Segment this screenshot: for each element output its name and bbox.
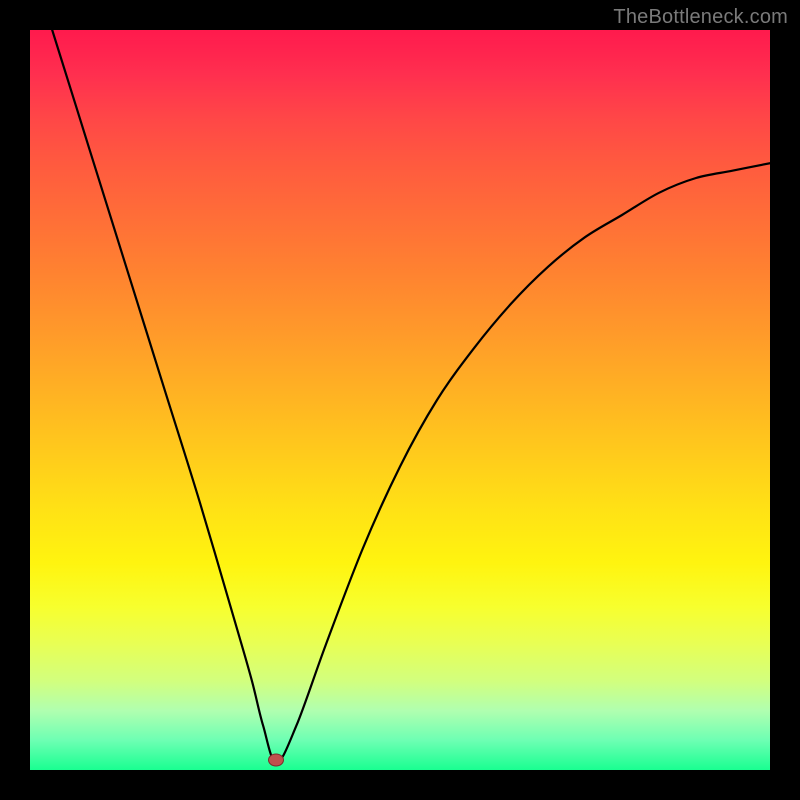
optimal-point-marker <box>268 754 284 767</box>
plot-area <box>30 30 770 770</box>
watermark-text: TheBottleneck.com <box>613 6 788 29</box>
bottleneck-curve <box>30 30 770 770</box>
chart-frame: TheBottleneck.com <box>0 0 800 800</box>
